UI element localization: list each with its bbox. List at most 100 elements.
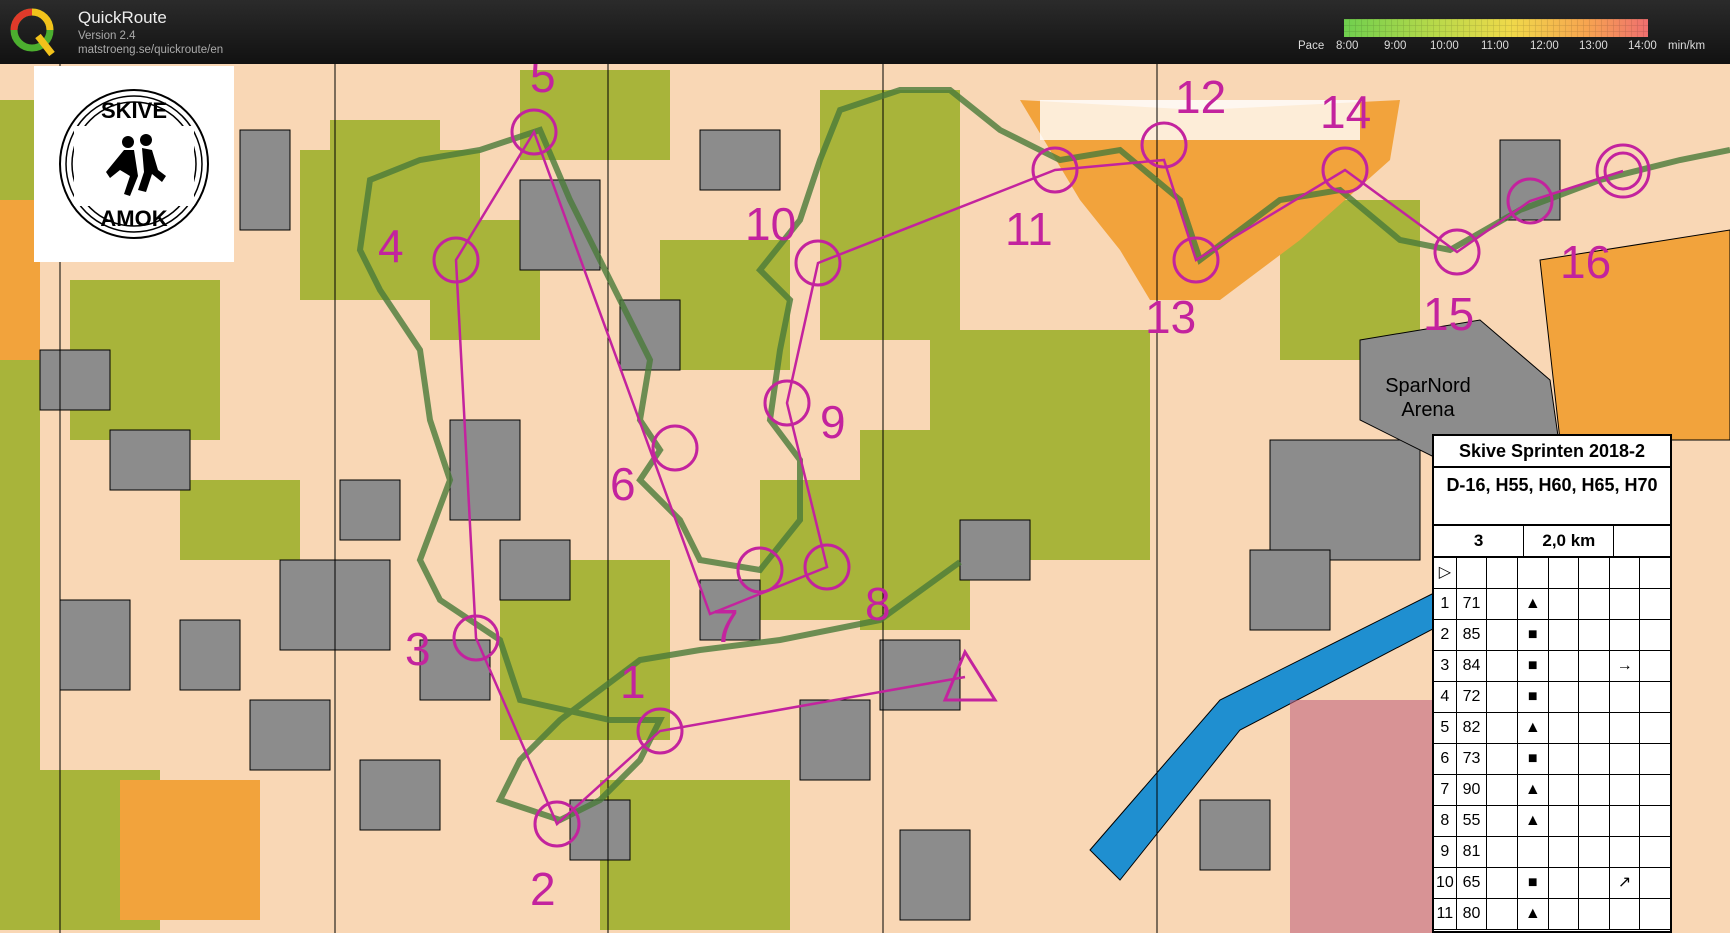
dimensions xyxy=(1579,682,1610,712)
control-code: 71 xyxy=(1457,589,1488,619)
direction xyxy=(1610,589,1641,619)
title-bar: QuickRoute Version 2.4 matstroeng.se/qui… xyxy=(0,0,1730,64)
appearance xyxy=(1549,744,1580,774)
description-row: 2 85 ■ xyxy=(1434,620,1670,651)
control-number-3: 3 xyxy=(405,623,431,675)
control-code: 80 xyxy=(1457,899,1488,929)
control-code: 73 xyxy=(1457,744,1488,774)
start-triangle-icon: ▷ xyxy=(1434,558,1457,588)
control-seq: 4 xyxy=(1434,682,1457,712)
event-title: Skive Sprinten 2018-2 xyxy=(1434,436,1670,468)
description-row: 7 90 ▲ xyxy=(1434,775,1670,806)
club-logo-bottom-text: AMOK xyxy=(100,206,167,231)
dimensions xyxy=(1579,744,1610,774)
direction xyxy=(1610,837,1641,867)
feature-symbol: ▲ xyxy=(1518,713,1549,743)
direction xyxy=(1610,713,1641,743)
arena-label-line2: Arena xyxy=(1401,399,1455,421)
direction xyxy=(1610,744,1641,774)
feature-symbol: ▲ xyxy=(1518,589,1549,619)
control-seq: 10 xyxy=(1434,868,1457,898)
appearance xyxy=(1549,868,1580,898)
pace-label: Pace xyxy=(1298,40,1325,52)
description-row: 10 65 ■ ↗ xyxy=(1434,868,1670,899)
location xyxy=(1640,744,1670,774)
direction xyxy=(1610,899,1641,929)
control-number-16: 16 xyxy=(1560,236,1611,288)
pace-tick: 11:00 xyxy=(1481,40,1509,52)
location xyxy=(1640,837,1670,867)
club-logo-emblem: SKIVE AMOK xyxy=(59,89,209,239)
feature-symbol xyxy=(1518,837,1549,867)
description-row: 5 82 ▲ xyxy=(1434,713,1670,744)
direction: ↗ xyxy=(1610,868,1641,898)
description-row: 9 81 xyxy=(1434,837,1670,868)
location xyxy=(1640,620,1670,650)
control-number-2: 2 xyxy=(530,863,556,915)
dimensions xyxy=(1579,589,1610,619)
control-code: 84 xyxy=(1457,651,1488,681)
control-code: 55 xyxy=(1457,806,1488,836)
which-feature xyxy=(1487,682,1518,712)
feature-symbol: ■ xyxy=(1518,620,1549,650)
pace-tick: 12:00 xyxy=(1530,40,1559,52)
which-feature xyxy=(1487,899,1518,929)
app-version: Version 2.4 xyxy=(78,30,136,42)
which-feature xyxy=(1487,744,1518,774)
pace-tick: 14:00 xyxy=(1628,40,1657,52)
control-number-12: 12 xyxy=(1175,71,1226,123)
app-url[interactable]: matstroeng.se/quickroute/en xyxy=(78,44,223,56)
control-code: 85 xyxy=(1457,620,1488,650)
control-seq: 8 xyxy=(1434,806,1457,836)
appearance xyxy=(1549,806,1580,836)
dimensions xyxy=(1579,775,1610,805)
location xyxy=(1640,806,1670,836)
which-feature xyxy=(1487,713,1518,743)
club-logo: SKIVE AMOK xyxy=(34,66,234,262)
control-number-4: 4 xyxy=(378,220,404,272)
direction xyxy=(1610,620,1641,650)
which-feature xyxy=(1487,651,1518,681)
control-description-sheet: Skive Sprinten 2018-2 D-16, H55, H60, H6… xyxy=(1432,434,1672,933)
dimensions xyxy=(1579,620,1610,650)
control-number-15: 15 xyxy=(1423,288,1474,340)
direction xyxy=(1610,682,1641,712)
pace-tick: 10:00 xyxy=(1430,40,1459,52)
direction: → xyxy=(1610,651,1641,681)
control-code: 81 xyxy=(1457,837,1488,867)
start-row: ▷ xyxy=(1434,558,1670,589)
control-number-5: 5 xyxy=(530,64,556,102)
description-row: 8 55 ▲ xyxy=(1434,806,1670,837)
control-number-7: 7 xyxy=(713,600,739,652)
club-logo-top-text: SKIVE xyxy=(101,98,167,123)
course-number: 3 xyxy=(1434,526,1525,556)
control-code: 90 xyxy=(1457,775,1488,805)
location xyxy=(1640,589,1670,619)
which-feature xyxy=(1487,868,1518,898)
appearance xyxy=(1549,713,1580,743)
dimensions xyxy=(1579,837,1610,867)
feature-symbol: ▲ xyxy=(1518,806,1549,836)
location xyxy=(1640,682,1670,712)
control-number-11: 11 xyxy=(1005,203,1053,255)
feature-symbol: ▲ xyxy=(1518,899,1549,929)
which-feature xyxy=(1487,775,1518,805)
control-number-14: 14 xyxy=(1320,86,1371,138)
control-code: 72 xyxy=(1457,682,1488,712)
quickroute-logo-icon xyxy=(10,8,55,57)
app-name: QuickRoute xyxy=(78,8,167,27)
feature-symbol: ▲ xyxy=(1518,775,1549,805)
control-number-10: 10 xyxy=(745,198,796,250)
feature-symbol: ■ xyxy=(1518,744,1549,774)
control-seq: 2 xyxy=(1434,620,1457,650)
which-feature xyxy=(1487,806,1518,836)
control-seq: 11 xyxy=(1434,899,1457,929)
appearance xyxy=(1549,589,1580,619)
which-feature xyxy=(1487,620,1518,650)
control-seq: 3 xyxy=(1434,651,1457,681)
class-list: D-16, H55, H60, H65, H70 xyxy=(1434,468,1670,526)
course-length: 2,0 km xyxy=(1524,526,1615,556)
direction xyxy=(1610,775,1641,805)
pace-tick: 8:00 xyxy=(1336,40,1359,52)
description-row: 3 84 ■ → xyxy=(1434,651,1670,682)
